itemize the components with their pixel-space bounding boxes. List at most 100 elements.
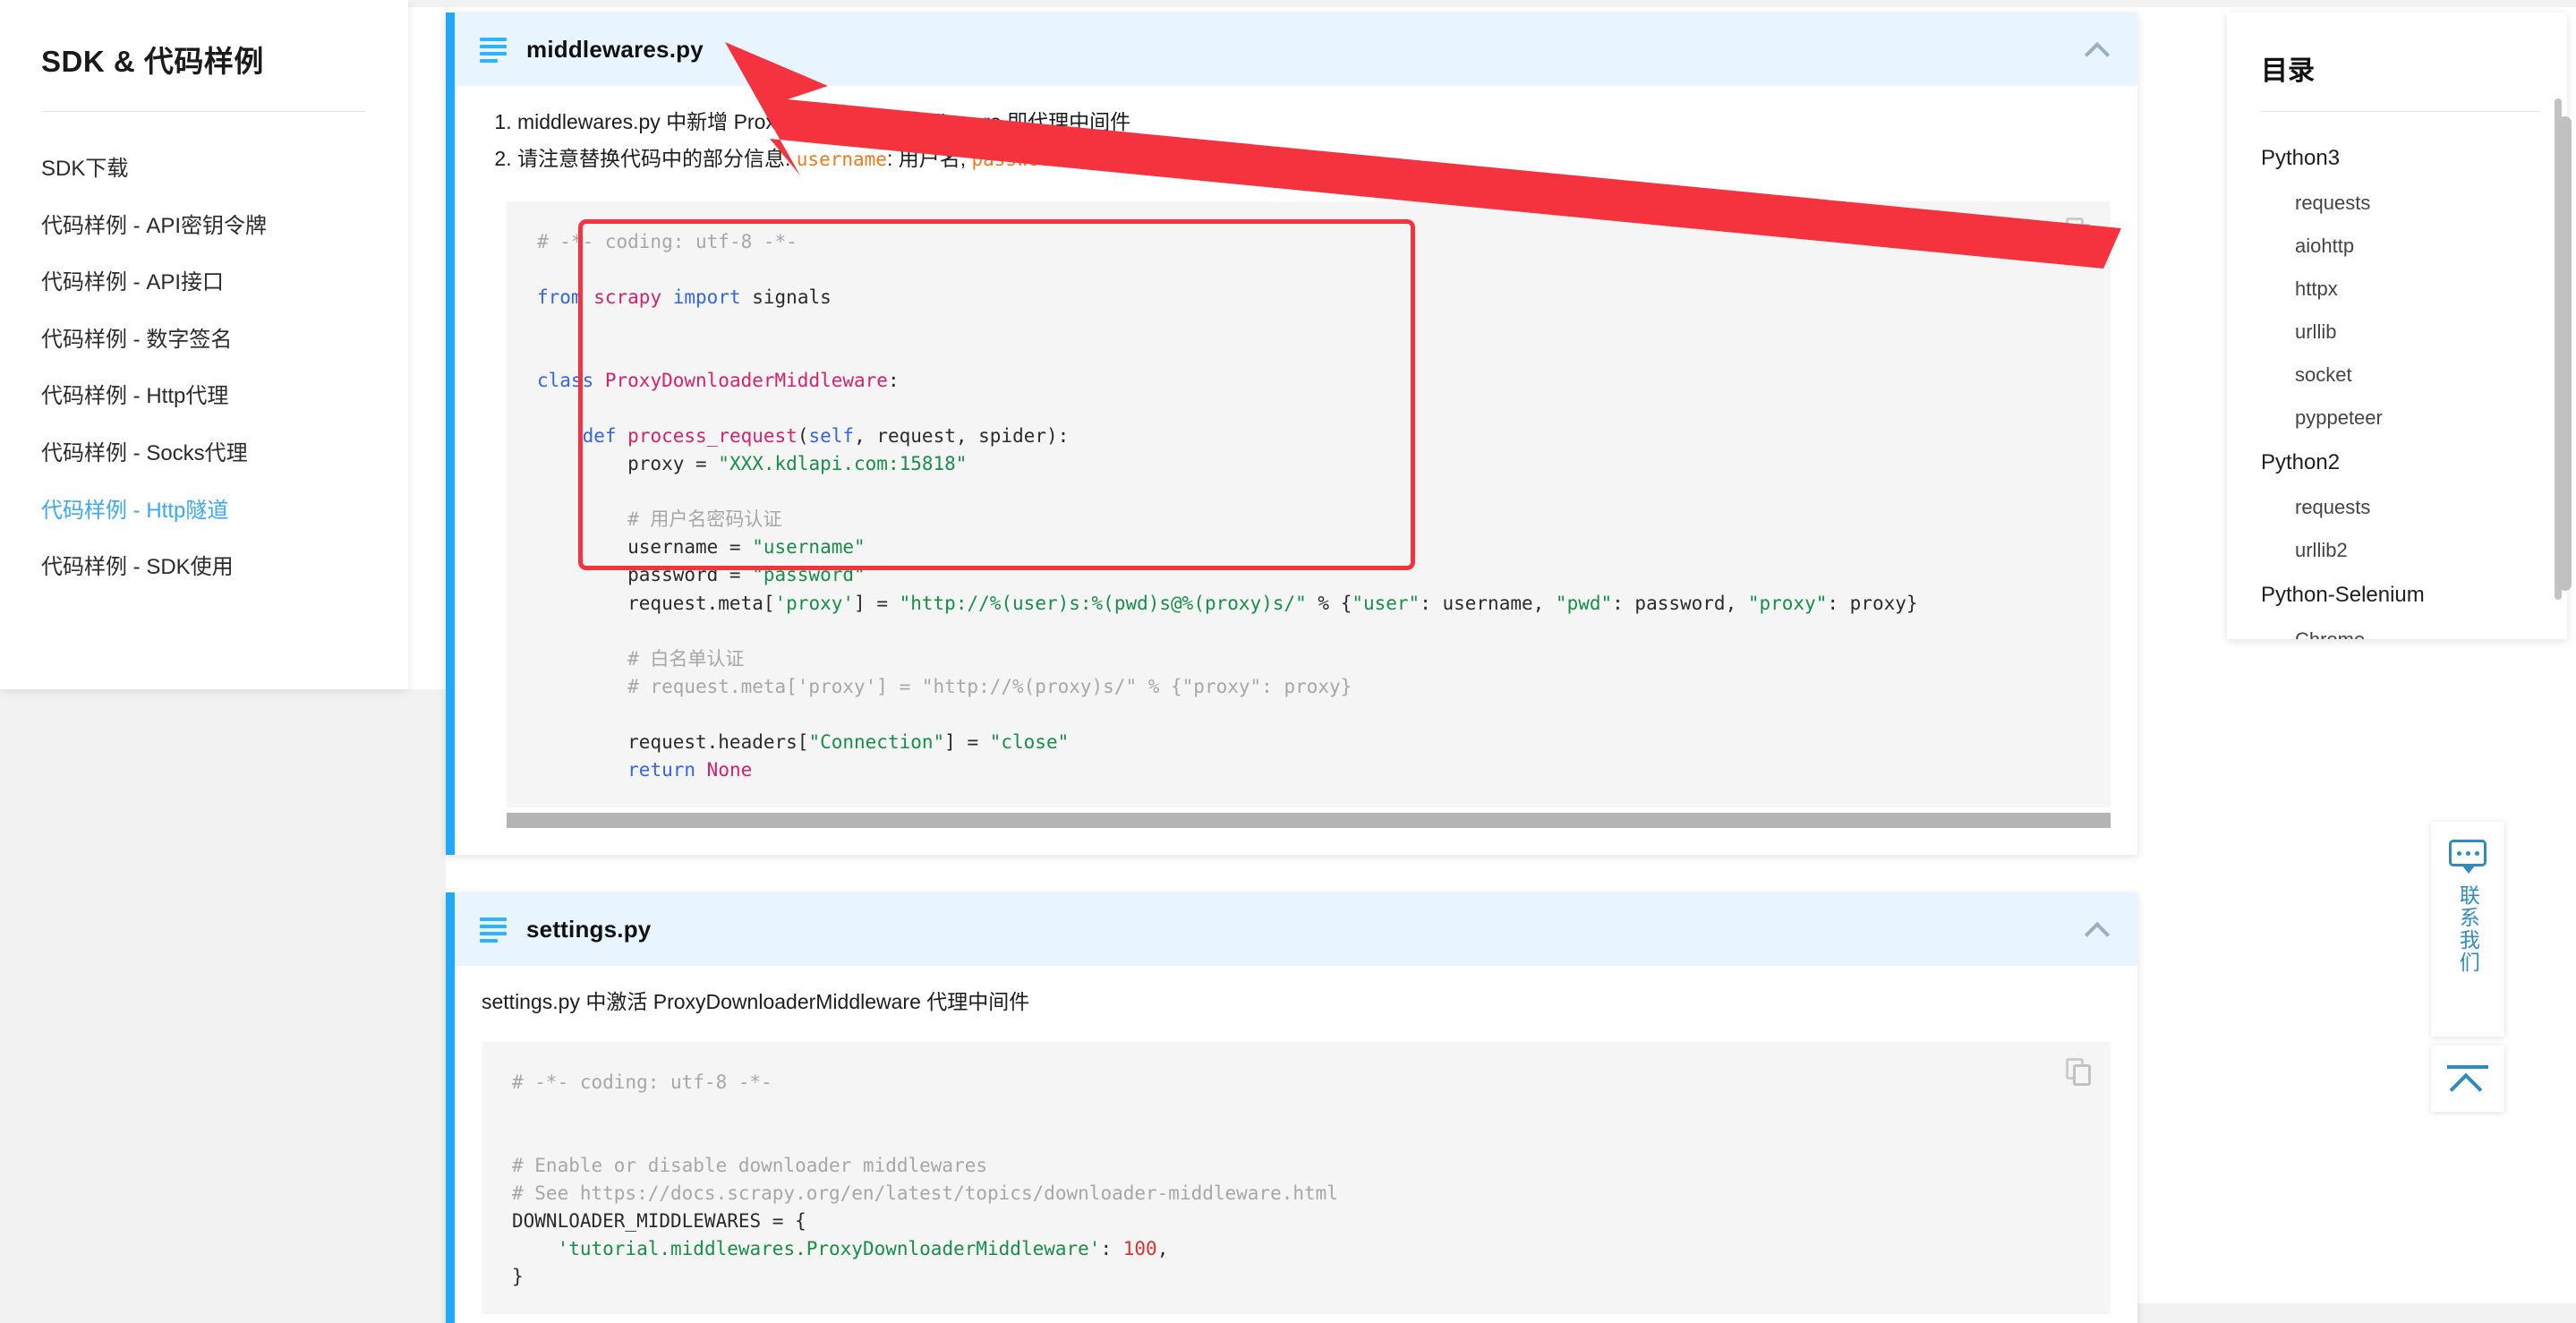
sidebar-item-1[interactable]: 代码样例 - API密钥令牌	[41, 198, 365, 255]
sidebar-item-6[interactable]: 代码样例 - Http隧道	[41, 482, 365, 540]
sidebar-item-label: 代码样例 - Socks代理	[41, 440, 248, 465]
code-text: # -*- coding: utf-8 -*- # Enable or disa…	[512, 1069, 2080, 1292]
sidebar-item-4[interactable]: 代码样例 - Http代理	[41, 368, 365, 425]
copy-icon[interactable]	[2066, 1057, 2093, 1087]
toc-entry-label: requests	[2295, 496, 2371, 518]
toc-entry-6[interactable]: pyppeteer	[2261, 397, 2540, 440]
list-lines-icon	[480, 38, 507, 63]
code-token: DOWNLOADER_MIDDLEWARES = {	[512, 1210, 806, 1233]
code-token: # 用户名密码认证	[537, 508, 782, 531]
code-text: # -*- coding: utf-8 -*- from scrapy impo…	[537, 228, 2080, 785]
contact-us-widget[interactable]: 联系我们	[2431, 822, 2504, 1037]
toc-entry-1[interactable]: requests	[2261, 182, 2540, 225]
copy-icon[interactable]	[2066, 217, 2093, 246]
sidebar-item-2[interactable]: 代码样例 - API接口	[41, 254, 365, 312]
code-token: 'proxy'	[774, 592, 855, 614]
notes-list: middlewares.py 中新增 ProxyDownloaderMiddle…	[482, 106, 2111, 176]
sidebar-item-0[interactable]: SDK下载	[41, 141, 365, 198]
code-block-middlewares[interactable]: # -*- coding: utf-8 -*- from scrapy impo…	[507, 201, 2111, 808]
code-token: proxy =	[537, 453, 719, 475]
page-scrollbar[interactable]	[2559, 116, 2572, 591]
sidebar-item-5[interactable]: 代码样例 - Socks代理	[41, 425, 365, 482]
toc-entry-7[interactable]: Python2	[2261, 440, 2540, 486]
left-gutter	[0, 689, 446, 1323]
toc-entry-label: Python3	[2261, 146, 2341, 170]
back-to-top-icon	[2447, 1065, 2488, 1069]
back-to-top-button[interactable]	[2431, 1046, 2504, 1112]
highlight-text: username	[796, 149, 887, 171]
panel-header-middlewares[interactable]: middlewares.py	[455, 13, 2137, 86]
sidebar-item-label: 代码样例 - 数字签名	[41, 327, 233, 352]
code-token: "XXX.kdlapi.com:15818"	[718, 453, 968, 475]
note-text: 代理中间件	[920, 990, 1030, 1014]
code-token: "http://%(user)s:%(pwd)s@%(proxy)s/"	[899, 592, 1307, 614]
notes-text: settings.py 中激活 ProxyDownloaderMiddlewar…	[482, 986, 2111, 1019]
toc-entry-9[interactable]: urllib2	[2261, 529, 2540, 572]
code-token: password =	[537, 564, 753, 586]
code-token: username =	[537, 536, 753, 559]
note-text: 请注意替换代码中的部分信息:	[517, 147, 797, 171]
contact-us-label: 联系我们	[2456, 884, 2480, 974]
code-token: (	[797, 425, 809, 448]
inline-code: ProxyDownloaderMiddleware	[653, 990, 921, 1014]
toc-entry-2[interactable]: aiohttp	[2261, 225, 2540, 268]
code-token: ProxyDownloaderMiddleware	[604, 369, 888, 391]
code-token: ,	[1156, 1238, 1169, 1260]
toc-divider	[2261, 111, 2540, 112]
sidebar-item-list: SDK下载 代码样例 - API密钥令牌 代码样例 - API接口代码样例 - 数字…	[41, 141, 365, 596]
chevron-up-icon[interactable]	[2086, 918, 2109, 941]
code-token: }	[512, 1266, 524, 1288]
panel-settings: settings.py settings.py 中激活 ProxyDownloa…	[446, 892, 2137, 1323]
toc-entry-0[interactable]: Python3	[2261, 135, 2540, 182]
code-wrapper: # -*- coding: utf-8 -*- from scrapy impo…	[507, 201, 2111, 829]
panel-header-settings[interactable]: settings.py	[455, 892, 2137, 967]
code-block-settings[interactable]: # -*- coding: utf-8 -*- # Enable or disa…	[482, 1041, 2111, 1315]
code-horizontal-scrollbar[interactable]	[507, 813, 2111, 829]
page-root: SDK & 代码样例 SDK下载 代码样例 - API密钥令牌 代码样例 - API…	[0, 0, 2576, 1323]
note-text: 中新增	[660, 110, 734, 133]
toc-entry-8[interactable]: requests	[2261, 486, 2540, 529]
code-token: # 白名单认证	[537, 647, 745, 670]
toc-entry-3[interactable]: httpx	[2261, 268, 2540, 311]
main-content: middlewares.py middlewares.py 中新增 ProxyD…	[446, 13, 2137, 1323]
code-token: "proxy"	[1747, 592, 1828, 614]
code-token: 'tutorial.middlewares.ProxyDownloaderMid…	[557, 1238, 1101, 1260]
toc-entry-11[interactable]: Chrome	[2261, 619, 2540, 639]
code-token: process_request	[627, 425, 798, 448]
toc-entry-label: Chrome	[2295, 628, 2365, 639]
sidebar-item-7[interactable]: 代码样例 - SDK使用	[41, 539, 365, 596]
note-item: 请注意替换代码中的部分信息: username: 用户名, password: …	[517, 142, 2111, 175]
code-token: ] =	[944, 730, 990, 753]
code-token: 100	[1122, 1238, 1157, 1260]
chevron-up-icon[interactable]	[2086, 38, 2109, 61]
code-token: import	[672, 286, 741, 308]
code-token: "close"	[989, 730, 1070, 753]
code-token: scrapy	[593, 286, 662, 308]
code-token: :	[887, 369, 900, 391]
code-token: None	[706, 758, 753, 781]
toc-entry-10[interactable]: Python-Selenium	[2261, 572, 2540, 619]
code-token: # Enable or disable downloader middlewar…	[512, 1155, 988, 1177]
sidebar-item-3[interactable]: 代码样例 - 数字签名	[41, 312, 365, 369]
toc-title: 目录	[2261, 56, 2315, 86]
toc-entry-list: Python3 requests aiohttp httpx urllib socket p…	[2261, 135, 2540, 639]
toc-entry-4[interactable]: urllib	[2261, 311, 2540, 354]
code-token: "user"	[1352, 592, 1420, 614]
toc-entry-5[interactable]: socket	[2261, 354, 2540, 397]
toc-entry-label: Python-Selenium	[2261, 583, 2425, 607]
code-token: # -*- coding: utf-8 -*-	[537, 230, 798, 252]
code-token: "username"	[752, 536, 866, 559]
code-wrapper: # -*- coding: utf-8 -*- # Enable or disa…	[482, 1041, 2111, 1315]
code-token: : password,	[1612, 592, 1748, 614]
sidebar-item-label: 代码样例 - Http代理	[41, 384, 229, 409]
panel-title: settings.py	[526, 915, 652, 943]
toc-entry-label: urllib	[2295, 320, 2337, 343]
toc-entry-label: socket	[2295, 363, 2352, 386]
panel-body-middlewares: middlewares.py 中新增 ProxyDownloaderMiddle…	[455, 86, 2137, 855]
left-sidebar: SDK & 代码样例 SDK下载 代码样例 - API密钥令牌 代码样例 - API…	[0, 0, 408, 689]
